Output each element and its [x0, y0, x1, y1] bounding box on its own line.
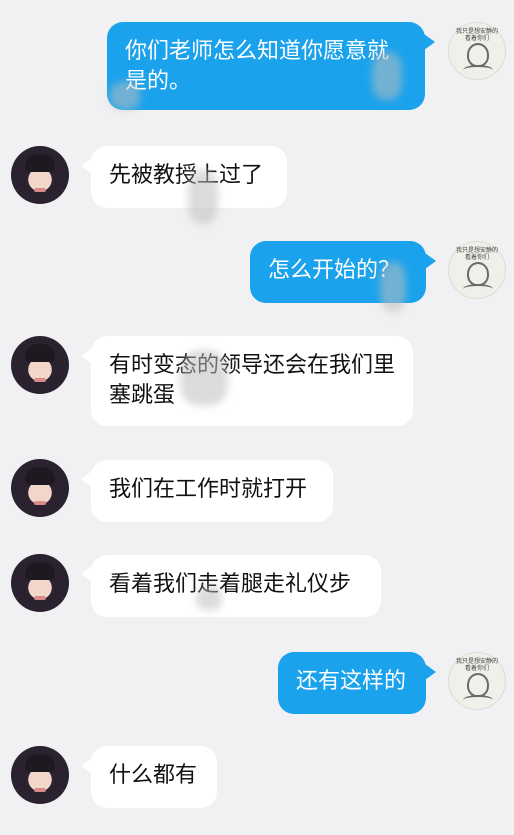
- meme-face-icon: [467, 262, 489, 286]
- avatar-caption: 我只是想安静的看着你们: [456, 658, 499, 672]
- message-text: 还有这样的: [296, 669, 407, 694]
- watermark-smudge: [380, 262, 406, 312]
- meme-body-icon: [463, 65, 493, 75]
- avatar-caption: 我只是想安静的看着你们: [456, 247, 499, 261]
- watermark-smudge: [180, 350, 228, 406]
- chat-window: 你们老师怎么知道你愿意就是的。 我只是想安静的看着你们 先被教授上过了 怎么开始…: [0, 0, 514, 835]
- message-bubble-incoming[interactable]: 我们在工作时就打开: [91, 460, 333, 522]
- watermark-smudge: [372, 52, 402, 100]
- self-avatar[interactable]: 我只是想安静的看着你们: [448, 652, 506, 710]
- watermark-smudge: [110, 82, 140, 110]
- contact-avatar[interactable]: [11, 746, 69, 804]
- message-text: 我们在工作时就打开: [109, 477, 308, 502]
- message-text: 先被教授上过了: [109, 163, 264, 188]
- message-bubble-incoming[interactable]: 有时变态的领导还会在我们里塞跳蛋: [91, 336, 413, 426]
- watermark-smudge: [188, 170, 218, 224]
- message-bubble-outgoing[interactable]: 还有这样的: [278, 652, 426, 714]
- message-text: 什么都有: [109, 763, 198, 788]
- contact-avatar[interactable]: [11, 336, 69, 394]
- message-bubble-incoming[interactable]: 看着我们走着腿走礼仪步: [91, 555, 381, 617]
- avatar-caption: 我只是想安静的看着你们: [456, 28, 499, 42]
- bubble-tail: [425, 253, 436, 269]
- message-text: 有时变态的领导还会在我们里塞跳蛋: [109, 353, 396, 408]
- meme-face-icon: [467, 673, 489, 697]
- contact-avatar[interactable]: [11, 554, 69, 612]
- message-bubble-incoming[interactable]: 什么都有: [91, 746, 217, 808]
- watermark-smudge: [196, 586, 222, 610]
- meme-face-icon: [467, 43, 489, 67]
- bubble-tail: [425, 664, 436, 680]
- message-text: 看着我们走着腿走礼仪步: [109, 572, 352, 597]
- self-avatar[interactable]: 我只是想安静的看着你们: [448, 22, 506, 80]
- contact-avatar[interactable]: [11, 459, 69, 517]
- self-avatar[interactable]: 我只是想安静的看着你们: [448, 241, 506, 299]
- meme-body-icon: [463, 284, 493, 294]
- bubble-tail: [424, 34, 435, 50]
- contact-avatar[interactable]: [11, 146, 69, 204]
- message-text: 你们老师怎么知道你愿意就是的。: [125, 39, 390, 94]
- meme-body-icon: [463, 695, 493, 705]
